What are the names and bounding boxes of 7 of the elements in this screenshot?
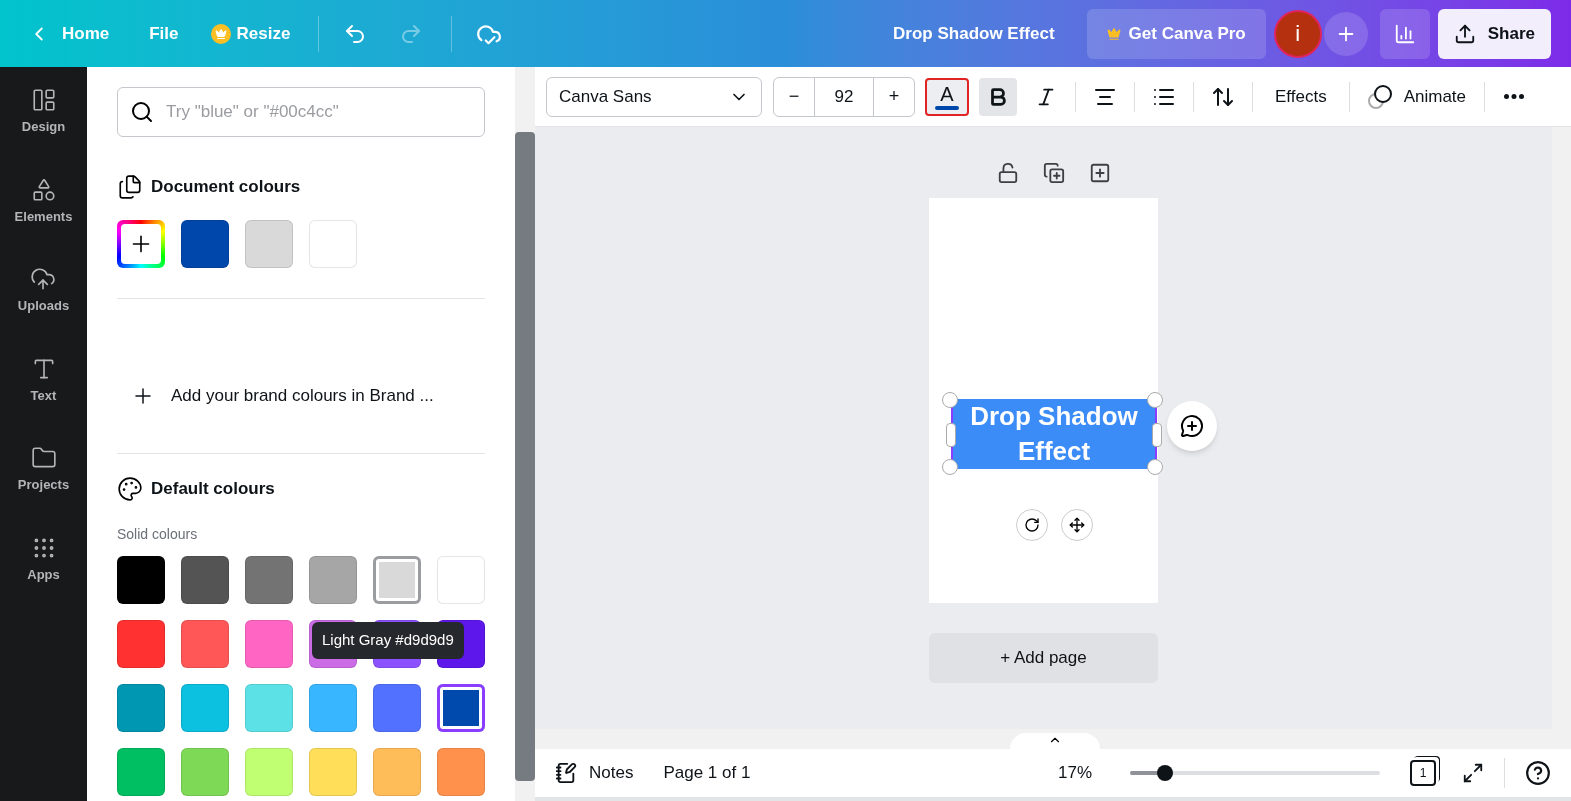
search-input: Try "blue" or "#00c4cc" bbox=[166, 99, 472, 125]
tooltip: Light Gray #d9d9d9 bbox=[312, 622, 464, 659]
text-colour-letter: A bbox=[940, 83, 954, 104]
section-title: Document colours bbox=[151, 176, 301, 199]
section-subtitle: Solid colours bbox=[117, 524, 199, 544]
page-indicator: Page 1 of 1 bbox=[663, 762, 751, 785]
section-title: Default colours bbox=[151, 477, 275, 500]
